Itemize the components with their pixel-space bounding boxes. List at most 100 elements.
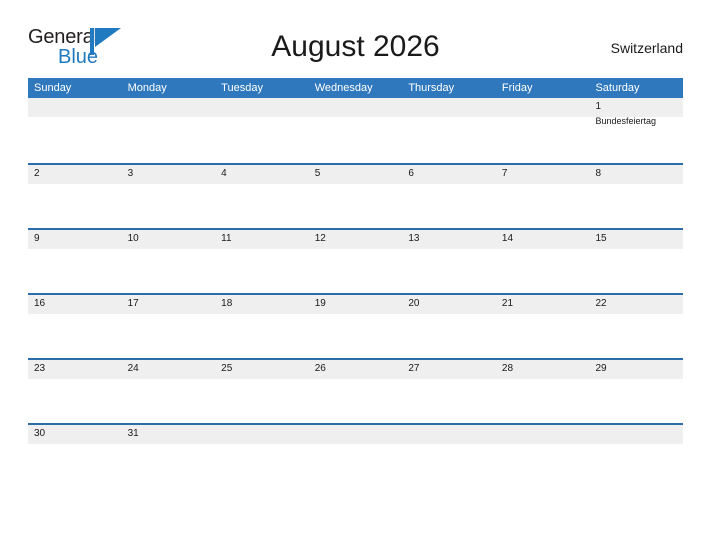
day-number: 24: [127, 363, 139, 374]
day-number: 3: [127, 168, 134, 179]
day-cell[interactable]: 14: [496, 230, 590, 293]
day-number: 11: [221, 233, 232, 244]
day-cell-empty: [215, 425, 309, 488]
weekday-header-friday: Friday: [501, 82, 533, 94]
weekday-header-thursday: Thursday: [408, 82, 455, 94]
day-number: 13: [408, 233, 420, 244]
day-cell[interactable]: 2: [28, 165, 122, 228]
week-cells: 23 24 25 26 27 28 29: [28, 360, 683, 423]
calendar-week-row: 16 17 18 19 20 21 22: [28, 293, 683, 358]
day-number: 2: [34, 168, 40, 179]
weekday-header-sunday: Sunday: [34, 82, 72, 94]
day-number: 14: [501, 233, 514, 244]
weekday-header-saturday: Saturday: [595, 82, 640, 94]
day-cell-empty: [589, 425, 683, 488]
day-number: 18: [221, 298, 233, 309]
day-cell-empty: [28, 98, 122, 163]
day-number: 30: [34, 428, 46, 439]
day-number: 8: [595, 168, 602, 179]
day-number: 10: [127, 233, 139, 244]
day-cell[interactable]: 26: [309, 360, 403, 423]
region-label: Switzerland: [610, 40, 683, 56]
day-cell[interactable]: 25: [215, 360, 309, 423]
day-number: 12: [314, 233, 326, 244]
calendar-week-row: 1 Bundesfeiertag: [28, 98, 683, 163]
day-number: 29: [595, 363, 607, 374]
day-cell[interactable]: 3: [122, 165, 216, 228]
calendar-week-row: 30 31: [28, 423, 683, 488]
day-cell[interactable]: 1 Bundesfeiertag: [589, 98, 683, 163]
day-cell[interactable]: 30: [28, 425, 122, 488]
day-cell[interactable]: 15: [589, 230, 683, 293]
week-cells: 9 10 11 12 13 14 15: [28, 230, 683, 293]
day-number: 1: [595, 101, 602, 112]
day-number: 19: [314, 298, 326, 309]
day-number: 9: [34, 233, 40, 244]
day-cell-empty: [122, 98, 216, 163]
day-cell[interactable]: 31: [122, 425, 216, 488]
day-cell[interactable]: 8: [589, 165, 683, 228]
day-cell[interactable]: 9: [28, 230, 122, 293]
day-number: 20: [408, 298, 420, 309]
day-cell-empty: [496, 98, 590, 163]
day-cell[interactable]: 7: [496, 165, 590, 228]
calendar-week-row: 23 24 25 26 27 28 29: [28, 358, 683, 423]
day-cell-empty: [309, 98, 403, 163]
calendar-weeks: 1 Bundesfeiertag 2 3 4 5 6 7 8 9 10 11 12 13 14 15 16 17 1…: [28, 98, 683, 488]
day-cell[interactable]: 12: [309, 230, 403, 293]
day-number: 23: [34, 363, 46, 374]
day-cell[interactable]: 13: [402, 230, 496, 293]
week-cells: 1 Bundesfeiertag: [28, 98, 683, 163]
day-number: 28: [501, 363, 514, 374]
calendar-grid: Sunday Monday Tuesday Wednesday Thursday…: [28, 78, 683, 488]
day-cell[interactable]: 23: [28, 360, 122, 423]
weekday-header-wednesday: Wednesday: [314, 82, 373, 94]
day-number: 15: [595, 233, 607, 244]
day-cell[interactable]: 20: [402, 295, 496, 358]
day-cell[interactable]: 29: [589, 360, 683, 423]
page-title: August 2026: [271, 30, 440, 63]
day-cell[interactable]: 27: [402, 360, 496, 423]
day-cell[interactable]: 19: [309, 295, 403, 358]
week-cells: 16 17 18 19 20 21 22: [28, 295, 683, 358]
calendar-week-row: 2 3 4 5 6 7 8: [28, 163, 683, 228]
calendar-week-row: 9 10 11 12 13 14 15: [28, 228, 683, 293]
weekday-header-tuesday: Tuesday: [221, 82, 263, 94]
day-cell[interactable]: 17: [122, 295, 216, 358]
day-number: 4: [221, 168, 227, 179]
day-cell-empty: [402, 98, 496, 163]
weekday-header-monday: Monday: [127, 82, 167, 94]
weekday-header-row: Sunday Monday Tuesday Wednesday Thursday…: [28, 78, 683, 98]
day-number: 5: [314, 168, 321, 179]
day-cell[interactable]: 22: [589, 295, 683, 358]
day-cell[interactable]: 21: [496, 295, 590, 358]
day-number: 27: [408, 363, 420, 374]
day-number: 6: [408, 168, 414, 179]
day-cell-empty: [496, 425, 590, 488]
day-number: 7: [501, 168, 508, 179]
day-cell[interactable]: 24: [122, 360, 216, 423]
week-cells: 2 3 4 5 6 7 8: [28, 165, 683, 228]
day-cell[interactable]: 10: [122, 230, 216, 293]
day-number: 16: [34, 298, 46, 309]
day-cell[interactable]: 11: [215, 230, 309, 293]
day-number: 17: [127, 298, 139, 309]
day-cell-empty: [309, 425, 403, 488]
day-cell-empty: [402, 425, 496, 488]
day-cell[interactable]: 16: [28, 295, 122, 358]
page-header: General Blue August 2026 Switzerland: [28, 25, 683, 71]
day-cell[interactable]: 5: [309, 165, 403, 228]
day-number: 26: [314, 363, 326, 374]
day-cell[interactable]: 28: [496, 360, 590, 423]
calendar-page: General Blue August 2026 Switzerland Sun…: [0, 0, 712, 550]
day-cell[interactable]: 4: [215, 165, 309, 228]
day-number: 22: [595, 298, 607, 309]
day-cell[interactable]: 18: [215, 295, 309, 358]
day-number: 25: [221, 363, 233, 374]
week-cells: 30 31: [28, 425, 683, 488]
day-cell-empty: [215, 98, 309, 163]
day-number: 31: [127, 428, 139, 439]
day-number: 21: [501, 298, 514, 309]
day-cell[interactable]: 6: [402, 165, 496, 228]
holiday-label: Bundesfeiertag: [595, 116, 657, 126]
